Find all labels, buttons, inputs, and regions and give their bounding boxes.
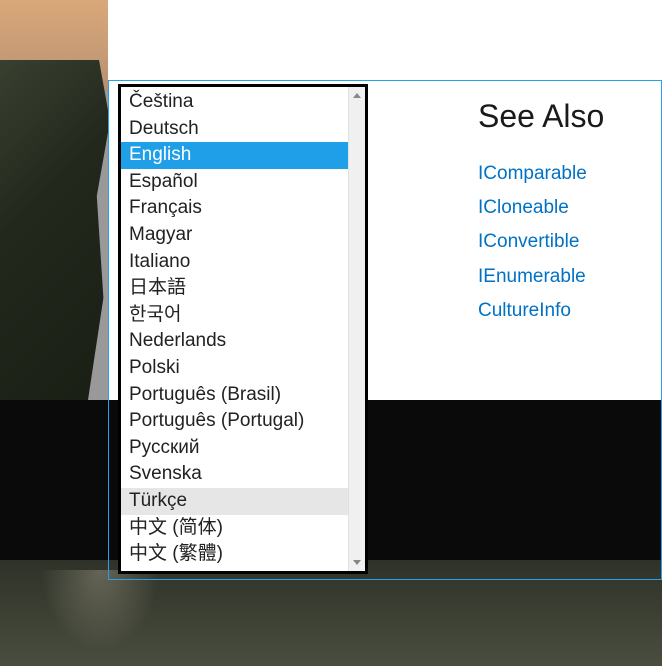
language-option[interactable]: Magyar	[121, 222, 348, 249]
see-also-link[interactable]: IConvertible	[478, 225, 604, 259]
language-option[interactable]: 中文 (简体)	[121, 515, 348, 542]
language-option[interactable]: Svenska	[121, 461, 348, 488]
see-also-link[interactable]: IComparable	[478, 157, 604, 191]
language-option[interactable]: 中文 (繁體)	[121, 541, 348, 568]
language-option[interactable]: Deutsch	[121, 116, 348, 143]
scroll-down-button[interactable]	[349, 554, 365, 571]
see-also-section: See Also IComparable ICloneable IConvert…	[478, 98, 604, 328]
language-option[interactable]: Русский	[121, 435, 348, 462]
see-also-link[interactable]: ICloneable	[478, 191, 604, 225]
language-option[interactable]: Polski	[121, 355, 348, 382]
language-dropdown[interactable]: ČeštinaDeutschEnglishEspañolFrançaisMagy…	[118, 84, 368, 574]
language-list[interactable]: ČeštinaDeutschEnglishEspañolFrançaisMagy…	[121, 87, 348, 571]
language-option[interactable]: Português (Brasil)	[121, 382, 348, 409]
scroll-track[interactable]	[349, 104, 365, 554]
language-option[interactable]: 日本語	[121, 275, 348, 302]
see-also-link[interactable]: IEnumerable	[478, 260, 604, 294]
scrollbar[interactable]	[348, 87, 365, 571]
language-option[interactable]: Português (Portugal)	[121, 408, 348, 435]
language-option[interactable]: 한국어	[121, 302, 348, 329]
language-option[interactable]: Nederlands	[121, 328, 348, 355]
scroll-up-button[interactable]	[349, 87, 365, 104]
see-also-heading: See Also	[478, 98, 604, 135]
language-option[interactable]: Čeština	[121, 89, 348, 116]
language-option[interactable]: Italiano	[121, 249, 348, 276]
see-also-link[interactable]: CultureInfo	[478, 294, 604, 328]
language-option[interactable]: English	[121, 142, 348, 169]
language-option[interactable]: Français	[121, 195, 348, 222]
language-option[interactable]: Türkçe	[121, 488, 348, 515]
language-option[interactable]: Español	[121, 169, 348, 196]
